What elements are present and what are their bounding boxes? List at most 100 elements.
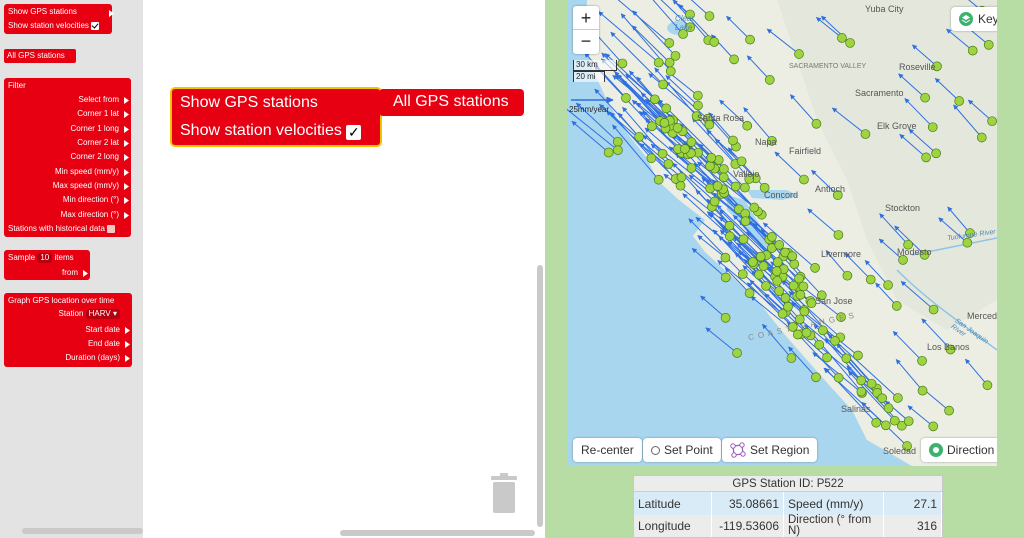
gps-station-marker[interactable] [732, 348, 742, 358]
gps-station-marker[interactable] [730, 181, 741, 192]
gps-station-marker[interactable] [771, 266, 782, 277]
gps-station-marker[interactable] [647, 121, 657, 132]
gps-station-marker[interactable] [767, 232, 777, 242]
gps-station-marker[interactable] [747, 257, 758, 267]
gps-station-marker[interactable] [736, 156, 747, 167]
blockly-workspace[interactable]: Show GPS stations Show station velocitie… [143, 0, 545, 538]
gps-station-marker[interactable] [795, 289, 806, 300]
gps-station-marker[interactable] [676, 172, 687, 183]
gps-station-marker[interactable] [613, 145, 623, 156]
gps-station-marker[interactable] [659, 117, 670, 128]
gps-station-marker[interactable] [742, 120, 753, 131]
gps-station-marker[interactable] [799, 306, 810, 317]
gps-station-marker[interactable] [871, 417, 882, 428]
gps-station-marker[interactable] [982, 380, 993, 391]
gps-station-marker[interactable] [860, 129, 871, 139]
trash-can-icon[interactable] [489, 473, 519, 513]
gps-station-marker[interactable] [664, 38, 675, 48]
gps-station-marker[interactable] [783, 301, 793, 312]
gps-station-marker[interactable] [833, 372, 844, 383]
gps-station-marker[interactable] [856, 386, 867, 397]
workspace-all-gps-block[interactable]: All GPS stations [379, 89, 524, 116]
gps-station-marker[interactable] [709, 37, 720, 47]
gps-station-marker[interactable] [799, 174, 809, 185]
gps-station-marker[interactable] [709, 196, 720, 207]
gps-station-marker[interactable] [833, 230, 844, 240]
gps-station-marker[interactable] [749, 202, 760, 213]
key-button[interactable]: Key [951, 7, 997, 31]
gps-station-marker[interactable] [740, 182, 750, 193]
gps-station-marker[interactable] [720, 252, 731, 263]
gps-station-marker[interactable] [810, 262, 820, 273]
gps-station-marker[interactable] [883, 280, 893, 290]
gps-station-marker[interactable] [658, 79, 668, 90]
gps-station-marker[interactable] [663, 159, 674, 169]
gps-station-marker[interactable] [774, 286, 785, 296]
velocities-checkbox[interactable] [91, 21, 100, 30]
gps-station-marker[interactable] [718, 172, 729, 183]
gps-station-marker[interactable] [772, 257, 783, 267]
graph-gps-block[interactable]: Graph GPS location over time Station HAR… [4, 293, 132, 367]
gps-station-marker[interactable] [724, 220, 735, 231]
gps-station-marker[interactable] [720, 272, 731, 283]
gps-station-marker[interactable] [811, 118, 822, 129]
gps-map[interactable]: Yuba City Clear Lake SACRAMENTO VALLEY R… [567, 0, 997, 466]
gps-station-marker[interactable] [686, 163, 697, 173]
gps-station-marker[interactable] [787, 251, 798, 261]
gps-station-marker[interactable] [729, 54, 739, 65]
velocities-checkbox[interactable]: ✓ [346, 125, 362, 140]
gps-station-marker[interactable] [737, 269, 748, 280]
historical-data-checkbox[interactable] [107, 224, 116, 233]
gps-station-marker[interactable] [680, 144, 690, 154]
gps-station-marker[interactable] [889, 415, 900, 426]
gps-station-marker[interactable] [921, 152, 931, 163]
station-dropdown[interactable]: HARV ▾ [85, 309, 120, 319]
gps-station-marker[interactable] [866, 378, 877, 389]
gps-station-marker[interactable] [928, 421, 939, 432]
filter-block[interactable]: Filter Select from Corner 1 lat Corner 1… [4, 78, 131, 237]
gps-station-marker[interactable] [646, 153, 657, 164]
gps-station-marker[interactable] [725, 231, 735, 242]
sample-count-field[interactable]: 10 [37, 253, 53, 263]
gps-station-marker[interactable] [693, 100, 703, 111]
gps-station-marker[interactable] [893, 393, 903, 403]
set-region-button[interactable]: Set Region [722, 438, 818, 462]
gps-station-marker[interactable] [758, 261, 769, 271]
gps-station-marker[interactable] [693, 90, 703, 101]
gps-station-marker[interactable] [761, 281, 771, 291]
zoom-in-button[interactable]: + [573, 6, 599, 30]
gps-station-marker[interactable] [661, 103, 672, 114]
gps-station-marker[interactable] [744, 288, 755, 298]
gps-station-marker[interactable] [786, 353, 797, 363]
gps-station-marker[interactable] [653, 57, 664, 68]
gps-station-marker[interactable] [653, 174, 664, 185]
gps-station-marker[interactable] [920, 92, 930, 103]
gps-station-marker[interactable] [903, 416, 914, 427]
gps-station-marker[interactable] [891, 301, 902, 311]
recenter-button[interactable]: Re-center [573, 438, 642, 462]
gps-station-marker[interactable] [845, 38, 855, 48]
gps-station-marker[interactable] [754, 269, 764, 280]
gps-station-marker[interactable] [772, 276, 783, 286]
gps-station-marker[interactable] [649, 94, 660, 105]
gps-station-marker[interactable] [603, 147, 614, 158]
gps-station-marker[interactable] [704, 11, 715, 21]
workspace-v-scrollbar[interactable] [537, 265, 543, 527]
gps-station-marker[interactable] [774, 239, 785, 250]
gps-station-marker[interactable] [944, 405, 954, 416]
direction-button[interactable]: Direction [921, 438, 997, 462]
gps-station-marker[interactable] [814, 339, 825, 350]
gps-station-marker[interactable] [755, 251, 766, 262]
gps-station-marker[interactable] [745, 34, 755, 45]
gps-station-marker[interactable] [798, 281, 809, 292]
gps-station-marker[interactable] [830, 336, 840, 346]
gps-station-marker[interactable] [621, 93, 631, 103]
gps-station-marker[interactable] [877, 393, 888, 404]
workspace-show-gps-block[interactable]: Show GPS stations Show station velocitie… [170, 87, 382, 147]
gps-station-marker[interactable] [976, 132, 987, 143]
gps-station-marker[interactable] [842, 270, 853, 281]
show-gps-stations-block[interactable]: Show GPS stations Show station velocitie… [4, 4, 114, 34]
gps-station-marker[interactable] [811, 372, 821, 383]
gps-station-marker[interactable] [917, 385, 928, 396]
gps-station-marker[interactable] [657, 148, 668, 159]
